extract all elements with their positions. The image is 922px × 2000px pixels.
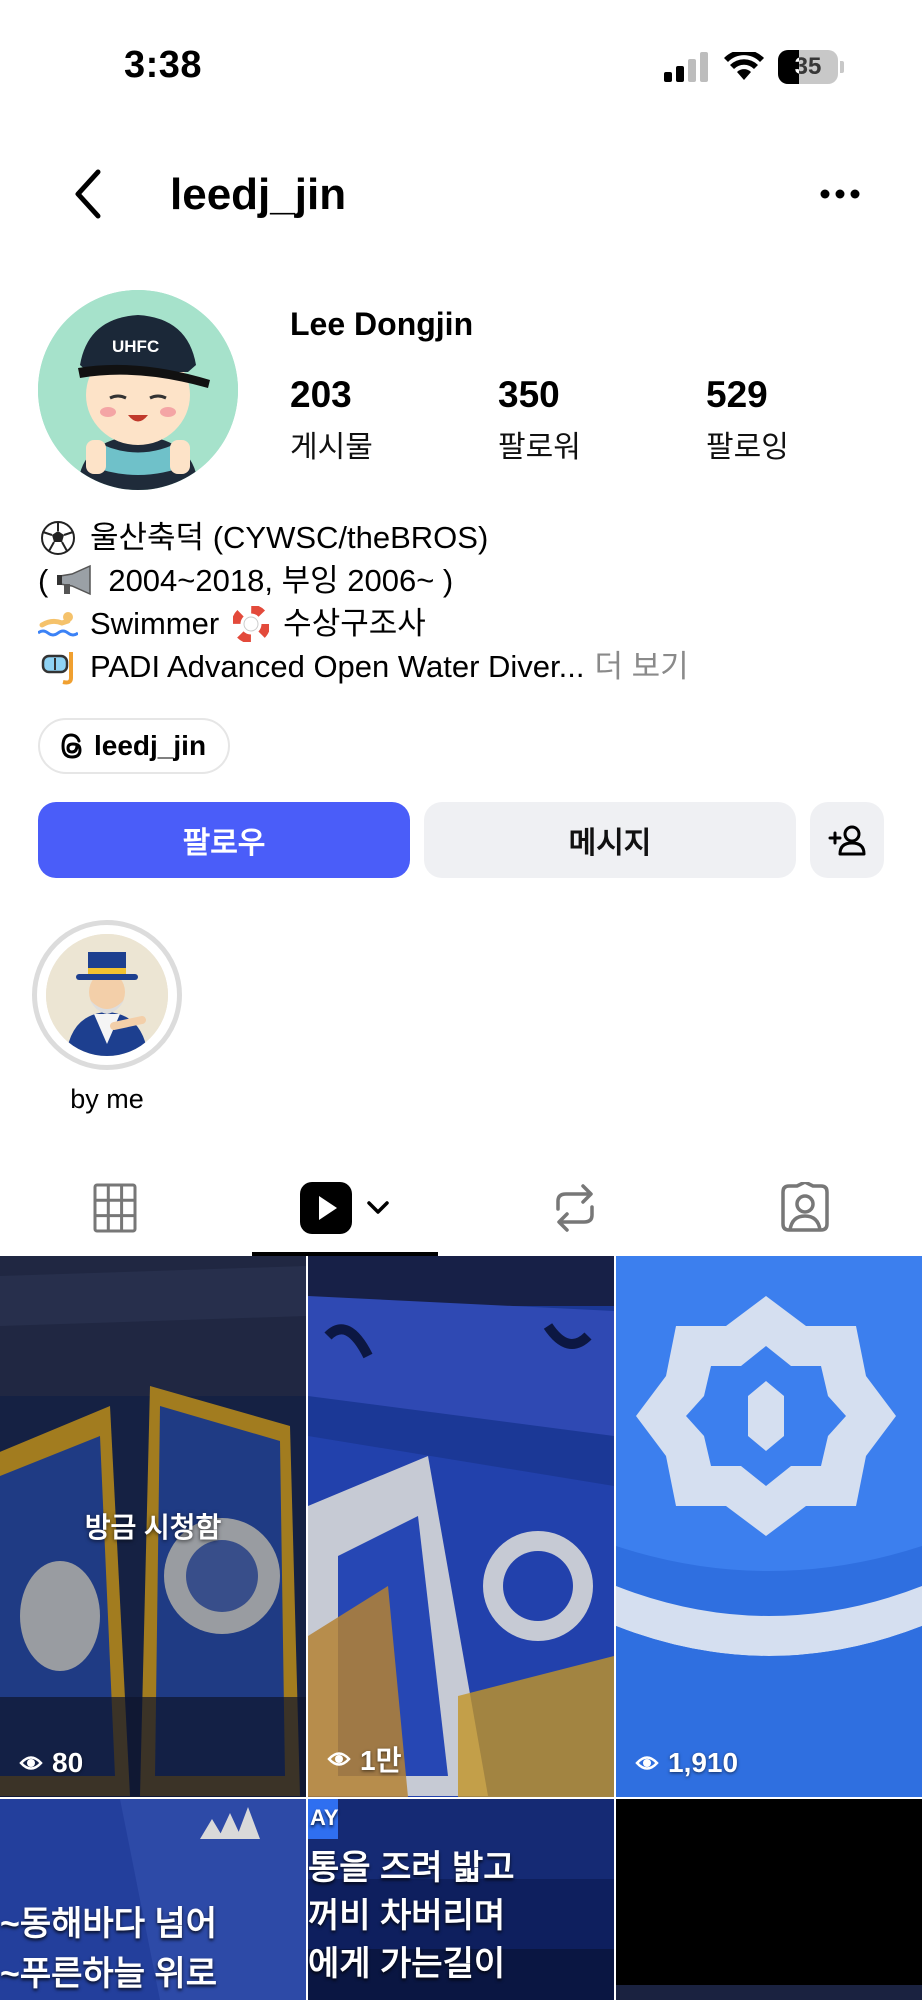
wifi-icon [724,52,764,80]
tagged-icon [781,1182,829,1232]
svg-text:UHFC: UHFC [112,337,159,356]
battery-cap [840,61,844,73]
bio-line-text: 2004~2018, 부잉 2006~ ) [108,563,454,598]
back-button[interactable] [58,164,118,224]
reel-view-count-value: 80 [52,1747,84,1778]
avatar-illustration: UHFC [38,290,238,490]
reel-tile[interactable] [616,1799,922,2000]
bio-line: PADI Advanced Open Water Diver... 더 보기 [38,645,689,688]
bio-line: Swimmer 수상구조사 [38,602,689,645]
status-time: 3:38 [124,44,203,86]
reel-tile[interactable]: 1,910 [616,1256,922,1797]
threads-link[interactable]: leedj_jin [38,718,231,774]
reel-view-count-value: 1만 [360,1745,402,1776]
reel-watched-label: 방금 시청함 [84,1512,222,1543]
stat-followers-label: 팔로워 [498,431,581,464]
reel-thumbnail [616,1256,922,1797]
stat-posts-label: 게시물 [290,431,373,464]
reposts-icon [556,1184,594,1232]
play-views-icon [19,1756,43,1770]
reel-overlay-text: 통을 즈려 밟고 [308,1849,515,1887]
bio-line-text: Swimmer [90,606,220,641]
stat-following[interactable]: 529 팔로잉 [706,374,789,466]
reel-overlay-text: 에게 가는길이 [308,1945,506,1983]
highlight-ring [32,920,182,1070]
reel-tile[interactable]: AY 통을 즈려 밟고 꺼비 차버리며 에게 가는길이 [308,1799,614,2000]
stat-posts-value: 203 [290,374,352,415]
tab-tagged[interactable] [690,1160,920,1256]
stat-followers-value: 350 [498,374,560,415]
battery-icon: 35 [778,50,838,84]
bio-line: 울산축덕 (CYWSC/theBROS) [38,516,689,559]
battery-percent: 35 [794,53,822,80]
reel-tile[interactable]: 1만 [308,1256,614,1797]
soccer-ball-icon [38,520,78,556]
reel-view-count: 1,910 [634,1747,738,1779]
stat-following-value: 529 [706,374,768,415]
reel-tile[interactable]: 방금 시청함 80 [0,1256,306,1797]
diving-mask-icon [38,649,78,685]
tab-reposts[interactable] [460,1160,690,1256]
profile-bio: 울산축덕 (CYWSC/theBROS) ( 2004~2018, 부잉 200… [38,516,689,688]
suggested-accounts-button[interactable] [810,802,884,878]
stat-followers[interactable]: 350 팔로워 [498,374,581,466]
highlight-thumbnail [46,934,168,1056]
reel-overlay-text: ~푸른하늘 위로 [0,1955,217,1993]
battery-indicator: 35 [778,50,844,84]
tab-reels[interactable] [230,1160,460,1256]
grid-icon [93,1183,137,1233]
play-views-icon [327,1752,351,1766]
bio-line-prefix: ( [38,563,49,598]
lifebuoy-icon [231,605,271,642]
stat-posts[interactable]: 203 게시물 [290,374,373,466]
threads-icon [61,733,82,759]
bio-line: ( 2004~2018, 부잉 2006~ ) [38,559,689,602]
threads-link-label: leedj_jin [94,730,207,761]
reels-icon [300,1182,352,1234]
follow-button[interactable]: 팔로우 [38,802,410,878]
reel-view-count: 1만 [326,1739,401,1779]
reel-tile[interactable]: ~동해바다 넘어 ~푸른하늘 위로 [0,1799,306,2000]
cellular-signal-icon [664,52,708,82]
megaphone-icon [56,563,96,599]
profile-tabs [0,1160,922,1256]
chevron-down-icon [367,1201,389,1214]
tab-grid[interactable] [0,1160,230,1256]
reel-view-count: 80 [18,1747,83,1779]
nav-bar: leedj_jin [0,150,922,240]
reel-thumbnail [308,1256,614,1797]
more-dots-icon [820,189,860,199]
more-options-button[interactable] [808,166,872,222]
page-title: leedj_jin [170,170,347,219]
play-views-icon [635,1756,659,1770]
story-highlight[interactable]: by me [32,920,182,1115]
highlight-label: by me [70,1084,144,1114]
swimmer-icon [38,606,78,642]
reel-view-count-value: 1,910 [668,1747,739,1778]
stat-following-label: 팔로잉 [706,431,789,464]
profile-avatar[interactable]: UHFC [38,290,238,490]
status-bar: 3:38 35 [0,0,922,120]
bio-more-link[interactable]: 더 보기 [595,645,689,688]
add-person-icon [828,825,866,856]
reel-thumbnail [616,1799,922,2000]
reel-overlay-text: ~동해바다 넘어 [0,1905,217,1943]
chevron-left-icon [75,169,101,219]
profile-full-name: Lee Dongjin [290,306,474,342]
reel-overlay-text: 꺼비 차버리며 [308,1897,506,1935]
message-button[interactable]: 메시지 [424,802,796,878]
bio-line-text: PADI Advanced Open Water Diver... [90,649,585,684]
bio-line-text-2: 수상구조사 [283,606,426,641]
status-icons: 35 [664,50,844,84]
reel-badge: AY [310,1805,339,1830]
bio-line-text: 울산축덕 (CYWSC/theBROS) [90,520,489,555]
